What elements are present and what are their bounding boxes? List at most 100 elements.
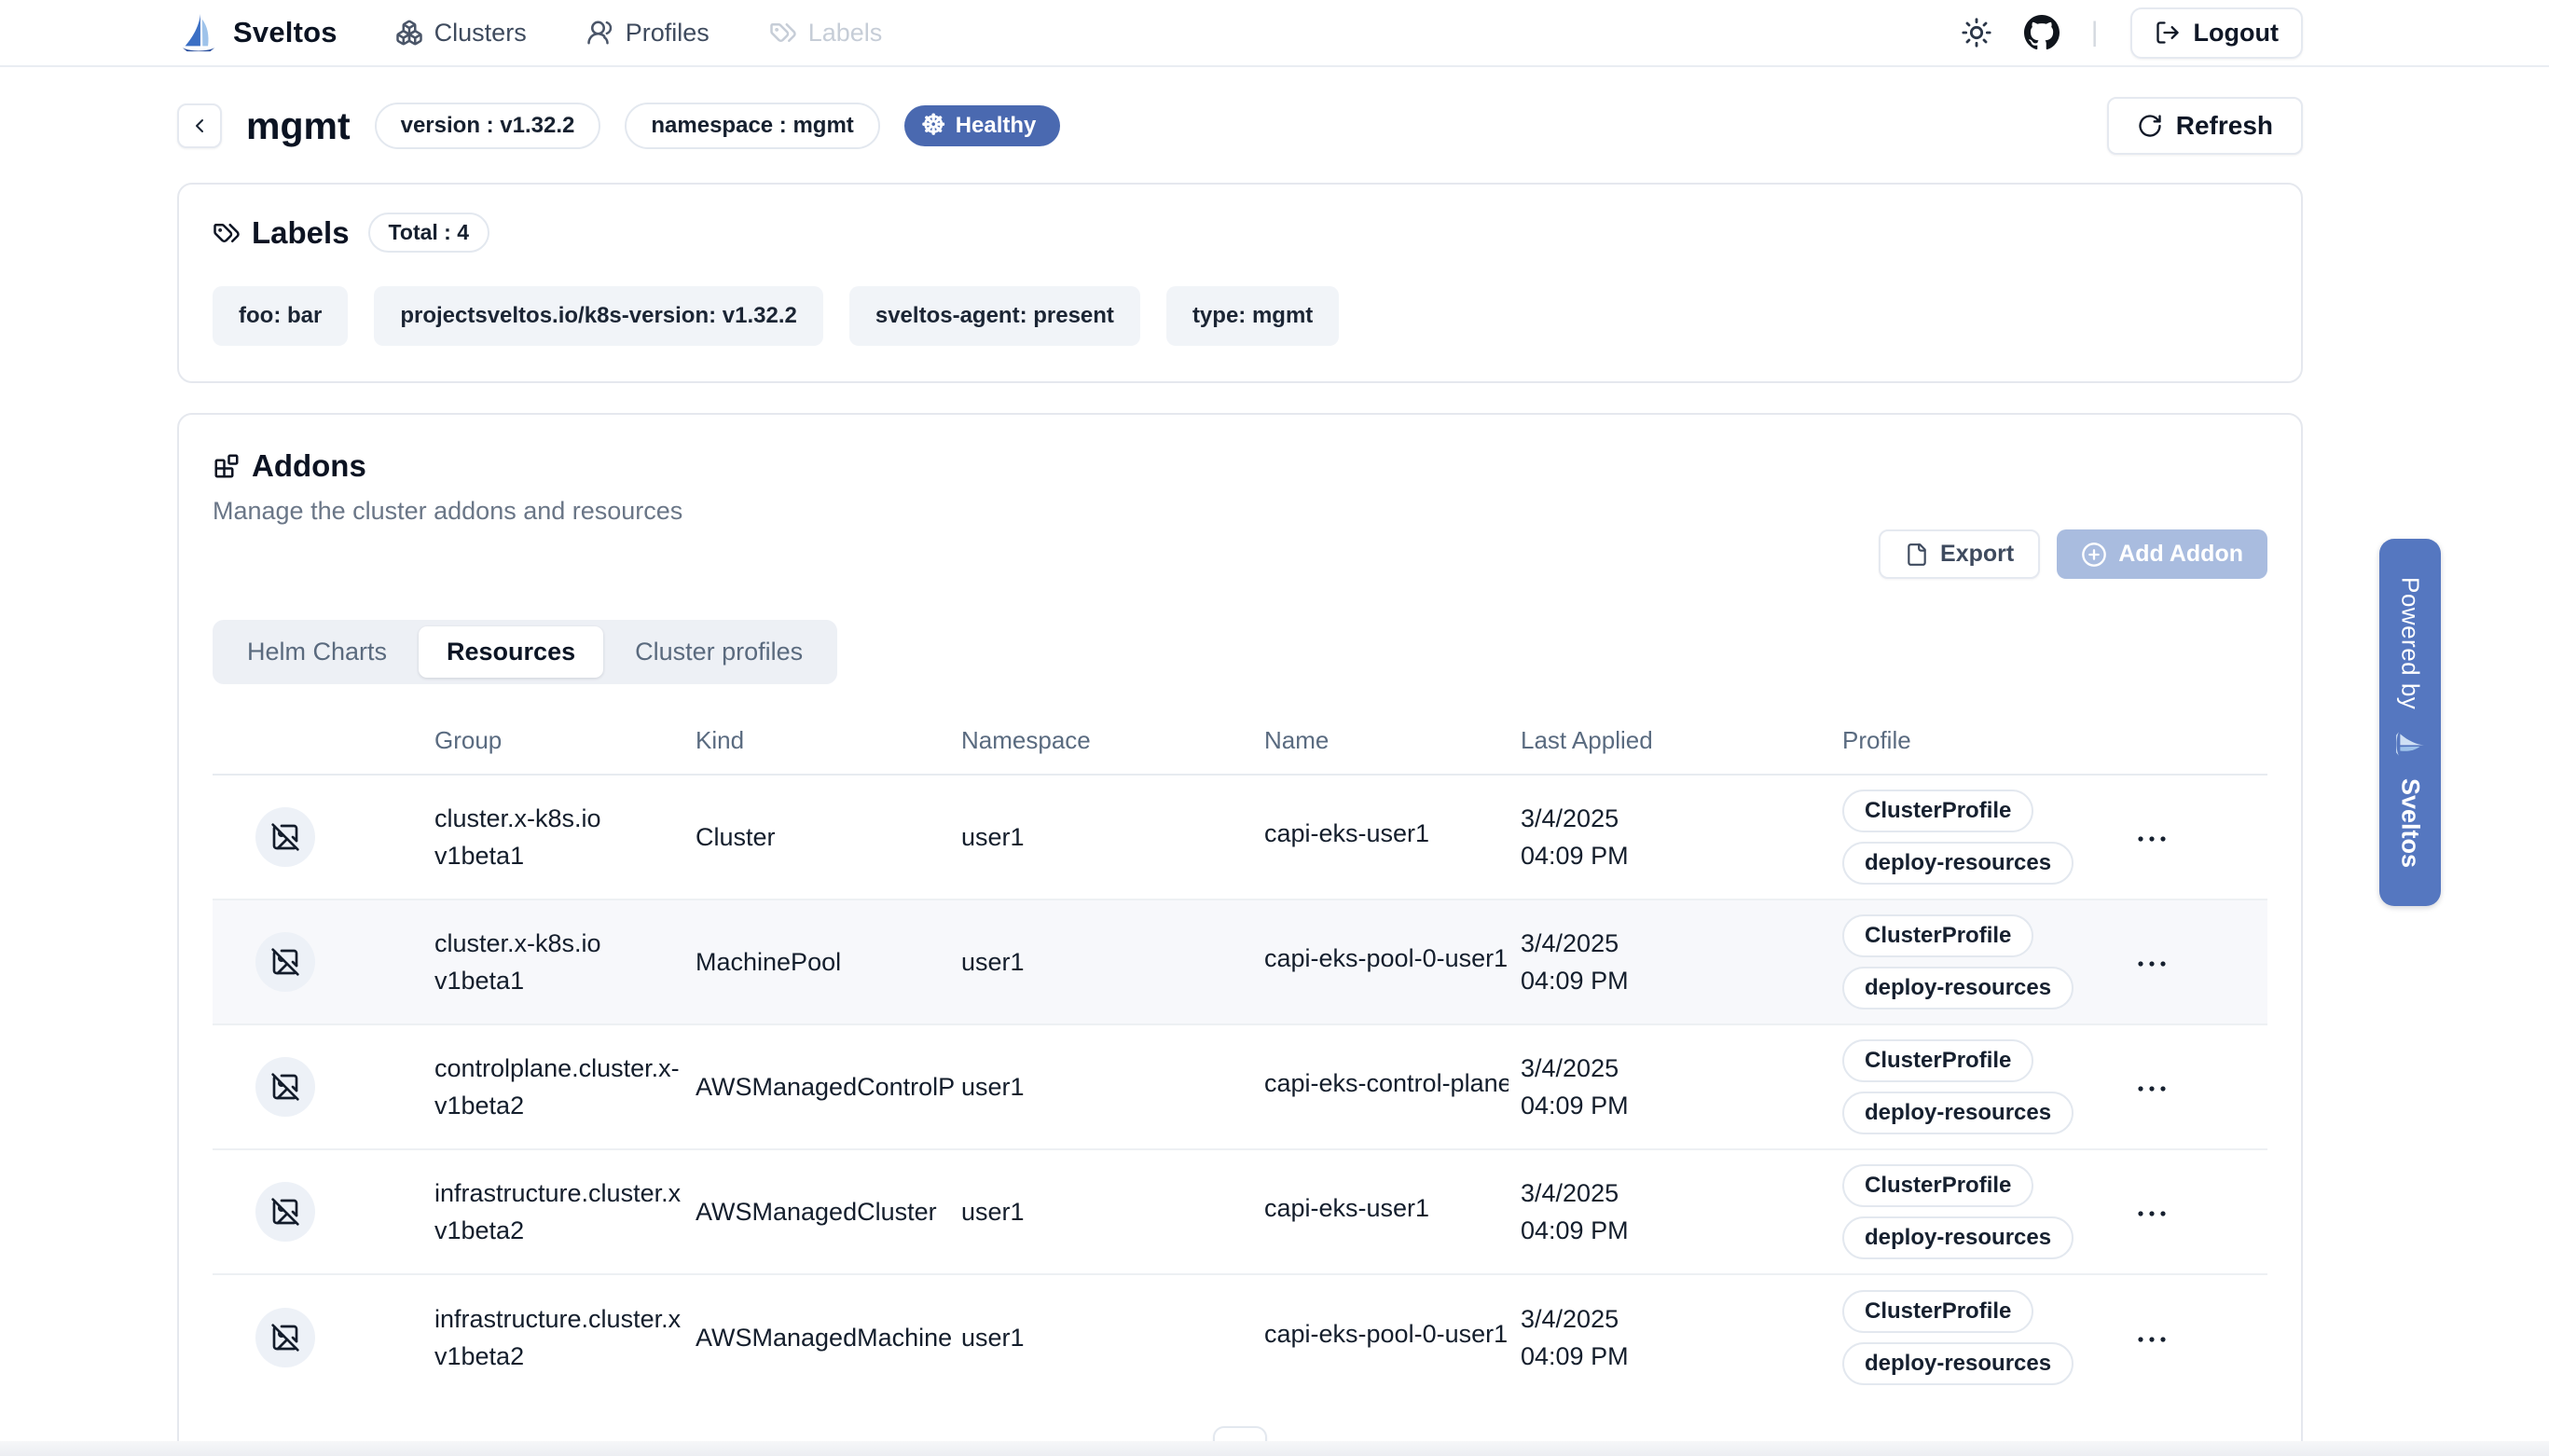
nav-item-profiles[interactable]: Profiles (586, 19, 710, 48)
image-off-icon (255, 932, 315, 992)
cell-namespace: user1 (961, 1198, 1264, 1227)
github-link-button[interactable] (2024, 15, 2060, 50)
cell-last-applied: 3/4/202504:09 PM (1521, 1300, 1842, 1376)
cell-group: controlplane.cluster.x-v1beta2 (434, 1050, 696, 1125)
addons-subtitle: Manage the cluster addons and resources (213, 497, 2267, 526)
cell-kind: MachinePool (696, 948, 961, 977)
cubes-icon (395, 19, 423, 47)
label-chip: sveltos-agent: present (849, 286, 1140, 346)
nav-item-label: Profiles (626, 19, 710, 48)
cell-last-applied: 3/4/202504:09 PM (1521, 925, 1842, 1000)
logout-button[interactable]: Logout (2130, 7, 2303, 59)
users-icon (586, 19, 614, 47)
tab-resources[interactable]: Resources (419, 626, 603, 678)
cell-profile: ClusterProfile deploy-resources (1842, 1290, 2127, 1385)
refresh-icon (2137, 113, 2163, 139)
back-button[interactable] (177, 103, 222, 148)
row-menu-button[interactable] (2127, 1075, 2177, 1103)
cell-group: cluster.x-k8s.iov1beta1 (434, 925, 696, 1000)
top-nav: Sveltos Clusters (0, 0, 2549, 67)
cell-profile: ClusterProfile deploy-resources (1842, 1039, 2127, 1134)
table-row[interactable]: controlplane.cluster.x-v1beta2 AWSManage… (213, 1025, 2267, 1150)
status-badge: ☸ Healthy (904, 105, 1061, 146)
table-row[interactable]: infrastructure.cluster.xv1beta2 AWSManag… (213, 1275, 2267, 1400)
table-row[interactable]: cluster.x-k8s.iov1beta1 Cluster user1 ca… (213, 776, 2267, 900)
addons-card: Addons Manage the cluster addons and res… (177, 413, 2303, 1456)
image-off-icon (255, 1182, 315, 1242)
cell-name: capi-eks-user1 (1264, 1194, 1521, 1229)
cell-namespace: user1 (961, 948, 1264, 977)
col-header-namespace: Namespace (961, 726, 1264, 755)
labels-total-badge: Total : 4 (368, 213, 489, 253)
profile-pill: ClusterProfile (1842, 790, 2033, 832)
export-label: Export (1940, 541, 2014, 568)
cell-name: capi-eks-pool-0-user1 (1264, 944, 1521, 980)
nav-item-label: Labels (808, 19, 883, 48)
profile-pill: deploy-resources (1842, 1092, 2074, 1134)
table-row[interactable]: cluster.x-k8s.iov1beta1 MachinePool user… (213, 900, 2267, 1025)
row-menu-button[interactable] (2127, 950, 2177, 978)
nav-item-labels[interactable]: Labels (769, 19, 883, 48)
page-head: mgmt version : v1.32.2 namespace : mgmt … (0, 97, 2549, 155)
tags-icon (769, 19, 797, 47)
cell-kind: AWSManagedCluster (696, 1198, 961, 1227)
file-icon (1905, 543, 1929, 567)
sveltos-logo-icon (2394, 728, 2426, 760)
sveltos-logo-icon (177, 11, 220, 54)
export-button[interactable]: Export (1879, 529, 2040, 579)
cell-group: infrastructure.cluster.xv1beta2 (434, 1174, 696, 1250)
ribbon-brand: Sveltos (2396, 778, 2425, 868)
theme-toggle-button[interactable] (1961, 17, 1992, 48)
image-off-icon (255, 1057, 315, 1117)
row-menu-button[interactable] (2127, 1326, 2177, 1353)
powered-by-ribbon[interactable]: Powered by Sveltos (2379, 539, 2441, 906)
cell-last-applied: 3/4/202504:09 PM (1521, 1174, 1842, 1250)
cell-group: cluster.x-k8s.iov1beta1 (434, 800, 696, 875)
plus-circle-icon (2081, 542, 2107, 568)
labels-card-title: Labels (213, 215, 350, 251)
nav-item-label: Clusters (434, 19, 527, 48)
cluster-detail-page: Sveltos Clusters (0, 0, 2549, 1456)
table-header-row: Group Kind Namespace Name Last Applied P… (213, 707, 2267, 776)
row-menu-button[interactable] (2127, 1200, 2177, 1228)
github-icon (2024, 15, 2060, 50)
cell-namespace: user1 (961, 1324, 1264, 1353)
profile-pill: ClusterProfile (1842, 914, 2033, 957)
kubernetes-helm-icon: ☸ (921, 112, 946, 140)
col-header-profile: Profile (1842, 726, 2127, 755)
tab-cluster-profiles[interactable]: Cluster profiles (607, 626, 831, 678)
add-addon-label: Add Addon (2118, 541, 2243, 568)
nav-items: Clusters Profiles (395, 19, 883, 48)
tab-helm-charts[interactable]: Helm Charts (219, 626, 415, 678)
cell-last-applied: 3/4/202504:09 PM (1521, 1050, 1842, 1125)
tags-icon (213, 219, 241, 247)
table-row[interactable]: infrastructure.cluster.xv1beta2 AWSManag… (213, 1150, 2267, 1275)
profile-pill: deploy-resources (1842, 1216, 2074, 1259)
version-badge: version : v1.32.2 (375, 103, 601, 149)
sun-icon (1961, 17, 1992, 48)
resources-table: Group Kind Namespace Name Last Applied P… (213, 707, 2267, 1400)
profile-pill: deploy-resources (1842, 1342, 2074, 1385)
nav-item-clusters[interactable]: Clusters (395, 19, 527, 48)
chevron-left-icon (188, 115, 211, 137)
profile-pill: deploy-resources (1842, 842, 2074, 885)
label-chip: projectsveltos.io/k8s-version: v1.32.2 (374, 286, 823, 346)
brand[interactable]: Sveltos (177, 11, 338, 54)
cell-group: infrastructure.cluster.xv1beta2 (434, 1300, 696, 1376)
row-menu-button[interactable] (2127, 825, 2177, 853)
nav-divider: | (2091, 17, 2099, 48)
add-addon-button[interactable]: Add Addon (2057, 529, 2267, 579)
image-off-icon (255, 1308, 315, 1367)
refresh-label: Refresh (2176, 111, 2273, 141)
logout-label: Logout (2194, 19, 2279, 48)
refresh-button[interactable]: Refresh (2107, 97, 2303, 155)
cell-last-applied: 3/4/202504:09 PM (1521, 800, 1842, 875)
label-chip: type: mgmt (1166, 286, 1339, 346)
col-header-name: Name (1264, 726, 1521, 755)
cell-profile: ClusterProfile deploy-resources (1842, 1164, 2127, 1259)
page-title: mgmt (246, 104, 351, 148)
col-header-kind: Kind (696, 726, 961, 755)
col-header-group: Group (434, 726, 696, 755)
addons-card-title: Addons (213, 448, 366, 484)
cell-profile: ClusterProfile deploy-resources (1842, 914, 2127, 1010)
